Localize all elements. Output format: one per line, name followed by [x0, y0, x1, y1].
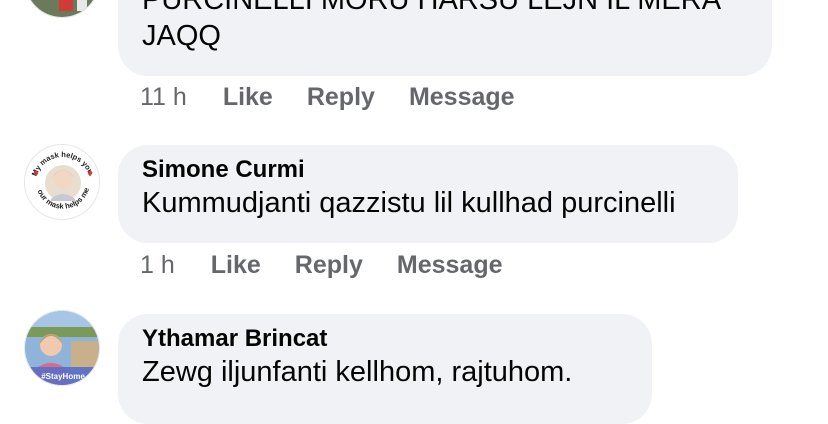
like-button[interactable]: Like — [211, 251, 261, 280]
message-button[interactable]: Message — [409, 83, 515, 112]
commenter-avatar[interactable] — [24, 0, 100, 18]
commenter-avatar[interactable]: #StayHome — [24, 310, 100, 386]
message-button[interactable]: Message — [397, 251, 503, 280]
comment-actions: 11 h Like Reply Message — [140, 77, 549, 117]
comment-author-name[interactable]: Simone Curmi — [142, 155, 714, 185]
comment-bubble: PURCINELLI MORU HARSU LEJN IL MERA JAQQ — [118, 0, 772, 76]
reply-button[interactable]: Reply — [295, 251, 363, 280]
comment-text-line: PURCINELLI MORU HARSU LEJN IL MERA — [142, 0, 722, 16]
comment-bubble: Simone Curmi Kummudjanti qazzistu lil ku… — [118, 145, 738, 243]
comment-actions: 1 h Like Reply Message — [140, 245, 537, 285]
comment-timestamp[interactable]: 11 h — [140, 83, 187, 112]
commenter-avatar[interactable]: My mask helps you. Your mask helps me. — [24, 144, 100, 220]
comment-text-line: JAQQ — [142, 20, 221, 52]
comment-timestamp[interactable]: 1 h — [140, 251, 175, 280]
reply-button[interactable]: Reply — [307, 83, 375, 112]
comment-text: Kummudjanti qazzistu lil kullhad purcine… — [142, 187, 676, 219]
like-button[interactable]: Like — [223, 83, 273, 112]
avatar-badge-text: #StayHome — [41, 372, 85, 381]
comment-author-name[interactable]: Ythamar Brincat — [142, 324, 628, 354]
comment-bubble: Ythamar Brincat Zewg iljunfanti kellhom,… — [118, 314, 652, 424]
comment-text: Zewg iljunfanti kellhom, rajtuhom. — [142, 356, 573, 388]
